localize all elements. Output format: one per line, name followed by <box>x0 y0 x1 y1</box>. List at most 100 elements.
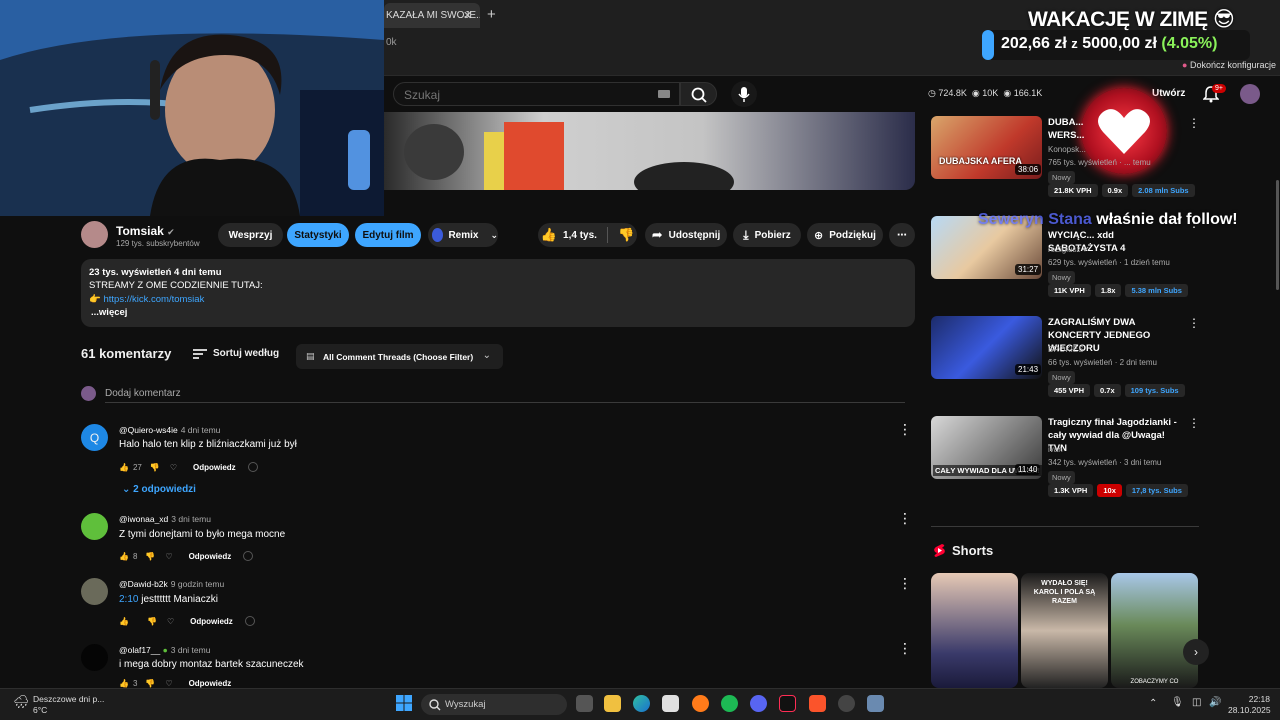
channel-avatar[interactable] <box>81 221 108 248</box>
taskbar-search-label: Wyszukaj <box>445 699 486 710</box>
comment-author[interactable]: @Dawid-b2k 9 godzin temu <box>119 579 224 589</box>
download-button[interactable]: ⤓ Pobierz <box>733 223 801 247</box>
thumbs-down-icon[interactable]: 👎 <box>145 552 155 561</box>
thumbs-down-icon[interactable]: 👎 <box>618 227 634 243</box>
search-button[interactable] <box>680 82 717 106</box>
thumbs-up-icon[interactable]: 👍 <box>119 552 129 561</box>
add-comment-input[interactable]: Dodaj komentarz <box>105 388 181 399</box>
thumbs-down-icon[interactable]: 👎 <box>147 617 157 626</box>
thumbs-up-icon[interactable]: 👍 <box>119 463 129 472</box>
discord-icon[interactable] <box>750 695 767 712</box>
show-more-link[interactable]: ...więcej <box>91 307 127 318</box>
heart-icon[interactable]: ♡ <box>170 463 177 472</box>
remix-button[interactable]: Remix ⌄ <box>428 223 498 247</box>
video-title[interactable]: DUBA... WERS... <box>1048 116 1088 142</box>
video-menu-icon[interactable]: ⋮ <box>1188 116 1200 130</box>
video-channel[interactable]: Konopsk... <box>1048 145 1086 154</box>
edit-video-button[interactable]: Edytuj film <box>355 223 421 247</box>
network-icon[interactable]: ◫ <box>1192 697 1201 708</box>
windows-start-icon[interactable] <box>396 695 412 711</box>
reply-button[interactable]: Odpowiedz <box>189 552 232 561</box>
weather-icon[interactable]: 🌧 <box>13 694 30 710</box>
short-thumbnail[interactable] <box>931 573 1018 688</box>
comment-avatar[interactable] <box>81 644 108 671</box>
file-explorer-icon[interactable] <box>604 695 621 712</box>
tiktok-icon[interactable] <box>779 695 796 712</box>
reply-button[interactable]: Odpowiedz <box>190 617 233 626</box>
sort-icon[interactable] <box>193 348 207 360</box>
voice-search-button[interactable] <box>731 81 757 107</box>
reply-button[interactable]: Odpowiedz <box>193 463 236 472</box>
video-channel[interactable]: ivan <box>1048 445 1063 454</box>
app-icon[interactable] <box>838 695 855 712</box>
store-icon[interactable] <box>662 695 679 712</box>
new-tab-icon[interactable]: + <box>487 6 496 23</box>
comment-avatar[interactable] <box>81 513 108 540</box>
microphone-icon[interactable]: 🎙 <box>1171 697 1184 708</box>
channel-name[interactable]: Tomsiak ✔ <box>116 224 175 238</box>
video-duration: 21:43 <box>1015 364 1042 375</box>
replies-toggle[interactable]: ⌄ 2 odpowiedzi <box>122 484 196 495</box>
like-button[interactable]: 👍 1,4 tys. <box>541 227 597 243</box>
comment-menu-icon[interactable]: ⋮ <box>898 575 912 592</box>
system-clock[interactable]: 22:18 28.10.2025 <box>1228 694 1271 716</box>
video-menu-icon[interactable]: ⋮ <box>1188 316 1200 330</box>
video-menu-icon[interactable]: ⋮ <box>1188 416 1200 430</box>
close-tab-icon[interactable]: ✕ <box>463 9 472 22</box>
short-thumbnail[interactable]: WYDAŁO SIĘ! KAROL I POLA SĄ RAZEM <box>1021 573 1108 688</box>
reply-button[interactable]: Odpowiedz <box>189 679 232 688</box>
timestamp-link[interactable]: 2:10 <box>119 594 138 605</box>
comment-avatar[interactable]: Q <box>81 424 108 451</box>
volume-icon[interactable]: 🔊 <box>1209 697 1221 708</box>
video-player[interactable] <box>384 112 915 190</box>
thumbs-up-icon[interactable]: 👍 <box>119 679 129 688</box>
scrollbar[interactable] <box>1276 180 1279 290</box>
comment-author[interactable]: @olaf17__ ● 3 dni temu <box>119 645 210 655</box>
firefox-icon[interactable] <box>692 695 709 712</box>
support-button[interactable]: Wesprzyj <box>218 223 283 247</box>
keyboard-icon[interactable] <box>658 90 670 98</box>
settings-icon[interactable] <box>867 695 884 712</box>
statistics-button[interactable]: Statystyki <box>287 223 349 247</box>
divider <box>606 227 608 243</box>
eye-icon: ◉ <box>971 88 980 98</box>
spotify-icon[interactable] <box>721 695 738 712</box>
task-view-icon[interactable] <box>576 695 593 712</box>
address-text: 0k <box>386 37 397 48</box>
extension-stats: ◷ 724.8K ◉ 10K ◉ 166.1K <box>928 88 1043 98</box>
kick-link[interactable]: https://kick.com/tomsiak <box>103 294 204 305</box>
chevron-right-icon[interactable]: › <box>1183 639 1209 665</box>
video-channel[interactable]: BROKIES <box>1048 345 1084 354</box>
heart-icon[interactable]: ♡ <box>165 679 172 688</box>
comment-author[interactable]: @Quiero-ws4ie 4 dni temu <box>119 425 220 435</box>
comment-text: i mega dobry montaz bartek szacuneczek <box>119 659 304 670</box>
verified-icon: ✔ <box>1082 245 1090 254</box>
short-thumbnail[interactable]: ZOBACZYMY CO <box>1111 573 1198 688</box>
search-input[interactable] <box>404 88 644 102</box>
sort-button[interactable]: Sortuj według <box>213 348 279 359</box>
comment-menu-icon[interactable]: ⋮ <box>898 510 912 527</box>
more-actions-icon[interactable]: ⋯ <box>889 223 915 247</box>
edge-icon[interactable] <box>633 695 650 712</box>
taskbar-search[interactable] <box>421 694 567 715</box>
video-channel[interactable]: reZigiusz ✔ <box>1048 245 1089 254</box>
thumbs-down-icon[interactable]: 👎 <box>145 679 155 688</box>
goal-progress-text: 202,66 zł z 5000,00 zł (4.05%) <box>1001 35 1218 52</box>
comment-menu-icon[interactable]: ⋮ <box>898 421 912 438</box>
video-meta: 342 tys. wyświetleń · 3 dni temu <box>1048 458 1162 467</box>
thumbs-down-icon[interactable]: 👎 <box>150 463 160 472</box>
comment-avatar[interactable] <box>81 578 108 605</box>
chevron-up-icon[interactable]: ⌃ <box>1149 698 1157 709</box>
thumbs-up-icon[interactable]: 👍 <box>119 617 129 626</box>
comment-menu-icon[interactable]: ⋮ <box>898 640 912 657</box>
heart-icon[interactable]: ♡ <box>165 552 172 561</box>
weather-widget[interactable]: Deszczowe dni p... 6°C <box>33 694 104 716</box>
video-title[interactable]: Tragiczny finał Jagodzianki - cały wywia… <box>1048 416 1184 455</box>
heart-icon[interactable]: ♡ <box>167 617 174 626</box>
user-avatar[interactable] <box>1240 84 1260 104</box>
config-link[interactable]: ● Dokończ konfiguracje <box>1182 60 1276 70</box>
brave-icon[interactable] <box>809 695 826 712</box>
share-button[interactable]: ➦ Udostępnij <box>645 223 727 247</box>
thanks-button[interactable]: ⊕ Podziękuj <box>807 223 883 247</box>
comment-author[interactable]: @iwonaa_xd 3 dni temu <box>119 514 211 524</box>
